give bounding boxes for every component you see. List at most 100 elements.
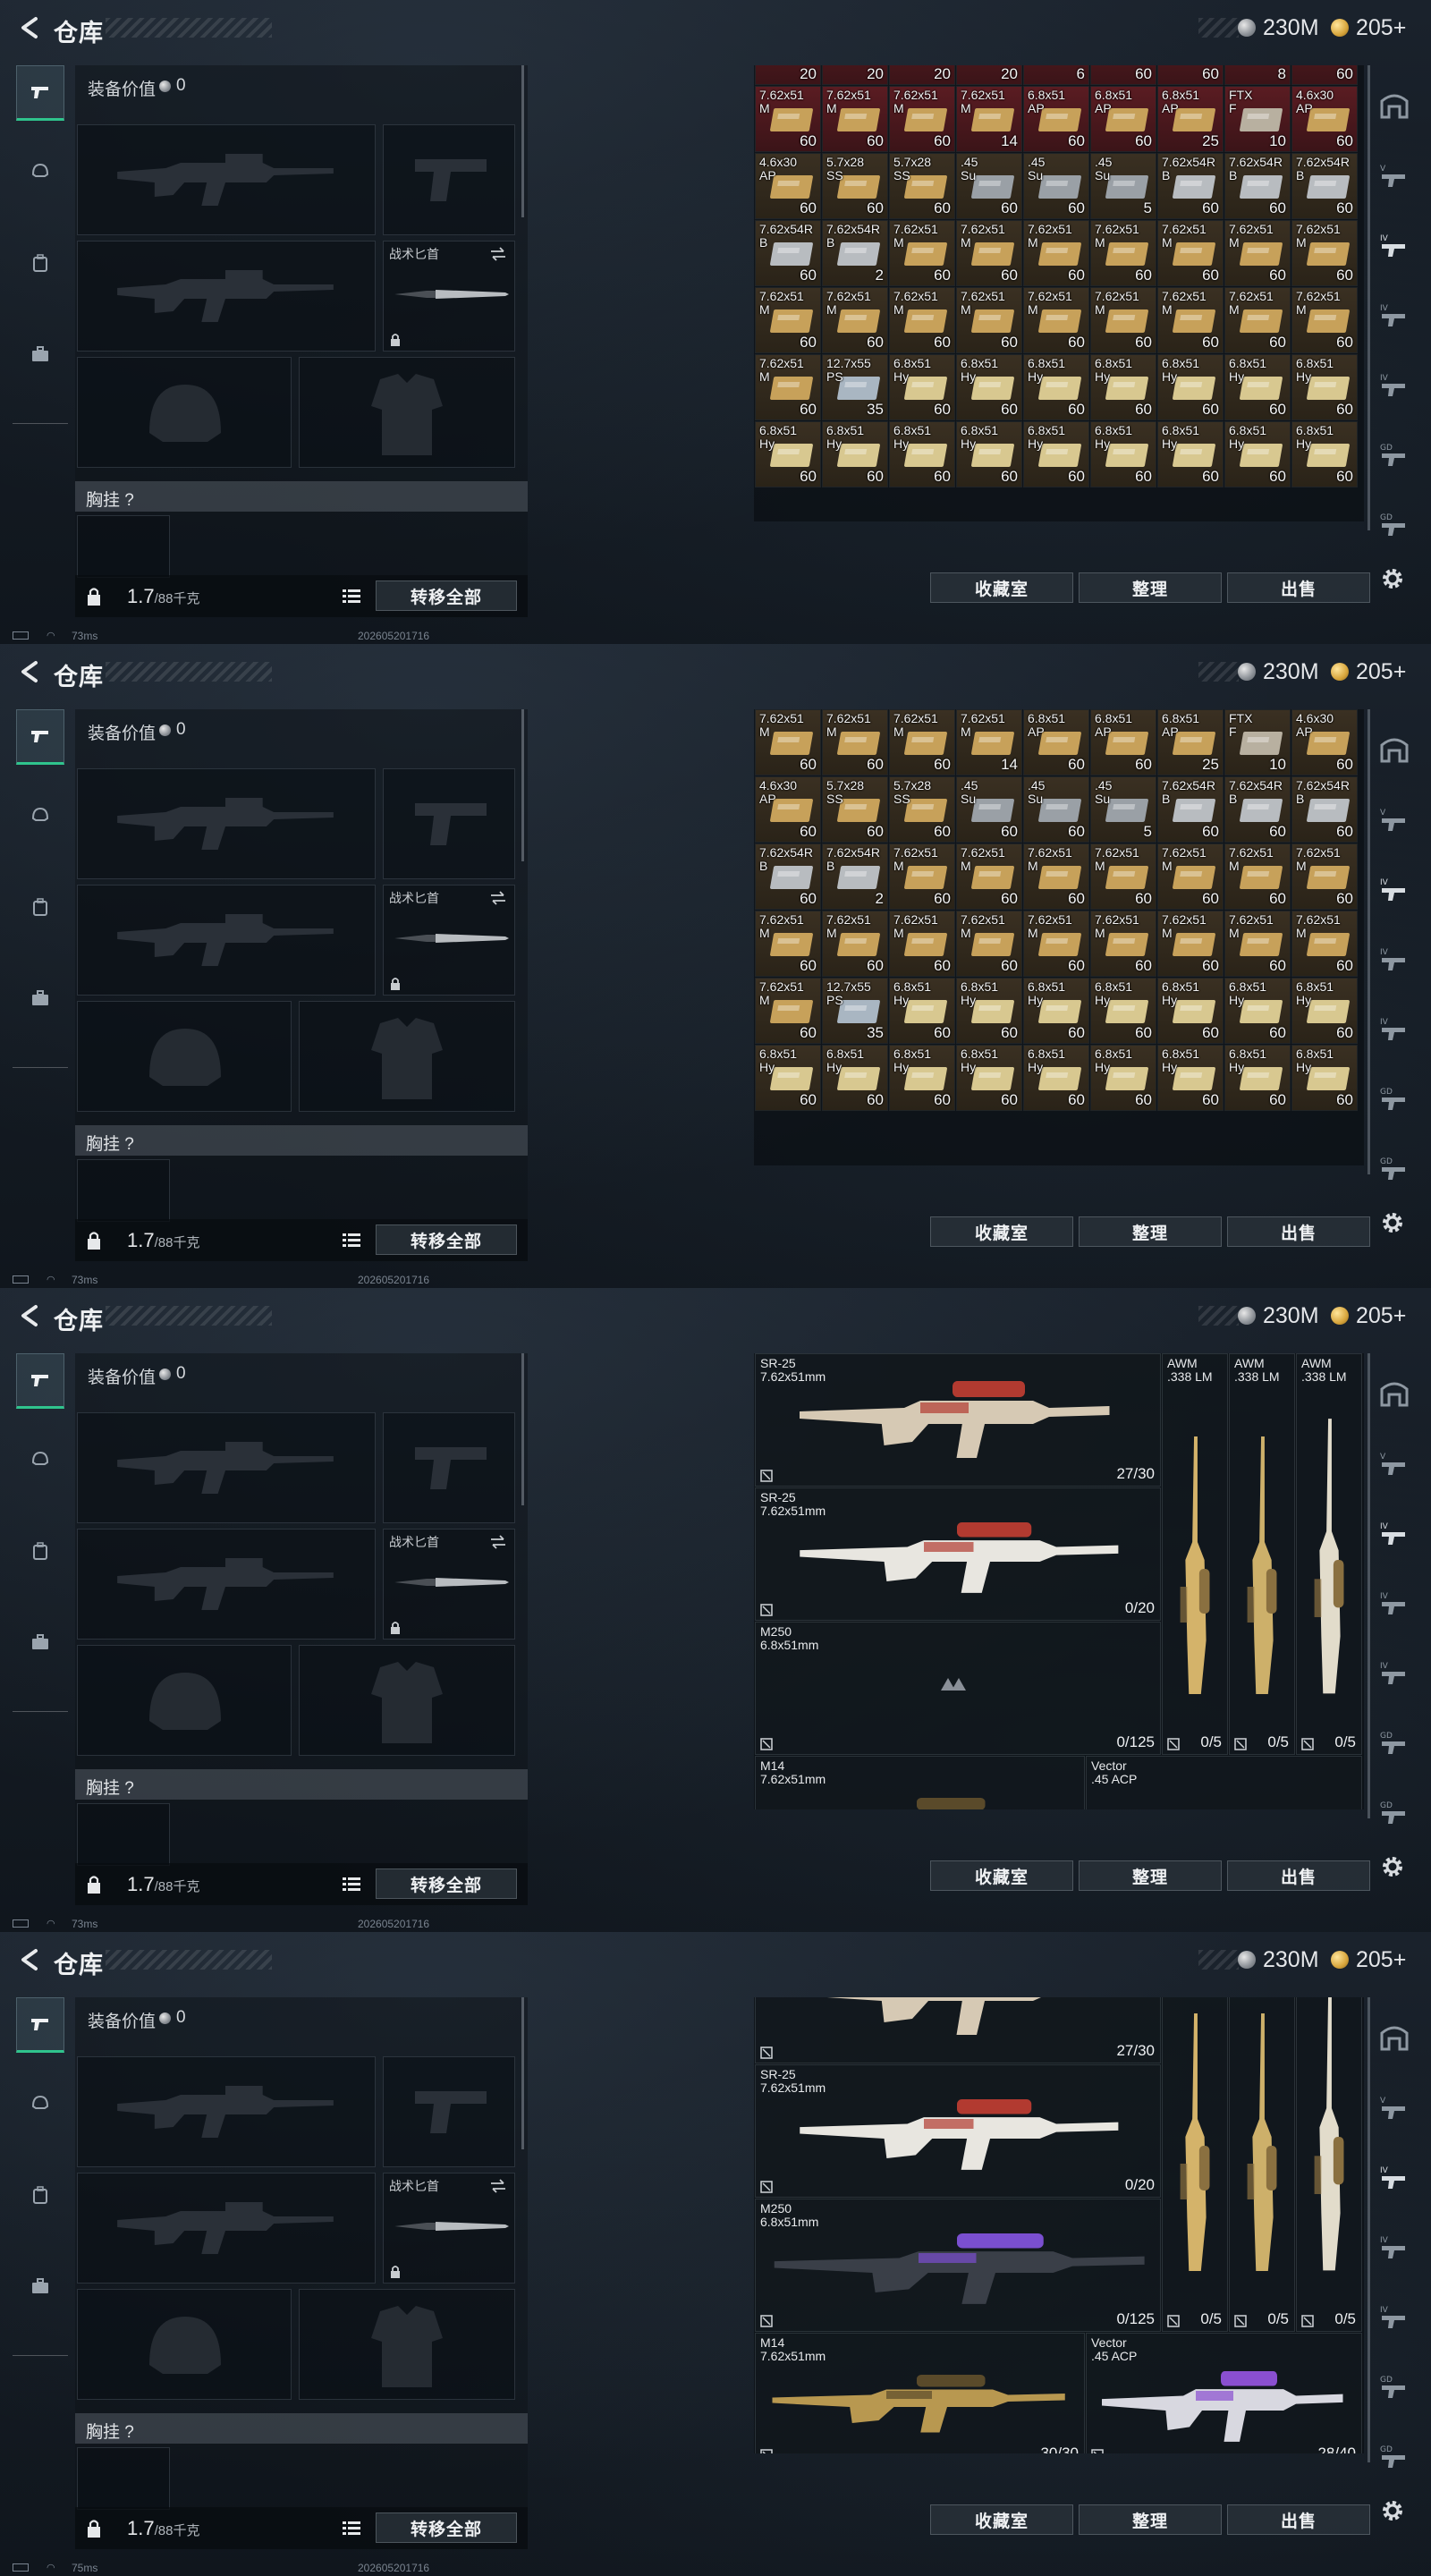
weapon-item-awm1[interactable]: 0/5: [1162, 1997, 1228, 2332]
filter-tier-1[interactable]: V: [1377, 803, 1411, 837]
ammo-item[interactable]: 6.8x51 Hy 60: [1157, 354, 1224, 420]
list-icon[interactable]: [342, 1232, 361, 1250]
ammo-item[interactable]: 6.8x51 Hy 60: [1090, 421, 1156, 487]
helmet-slot[interactable]: [77, 2289, 292, 2400]
weapon-item-m250[interactable]: M250 6.8x51mm 0/125: [755, 2199, 1161, 2332]
primary-weapon-slot[interactable]: [77, 2056, 376, 2167]
filter-tier-6[interactable]: GD: [1377, 2440, 1411, 2474]
pistol-slot[interactable]: [383, 2056, 515, 2167]
transfer-all-button[interactable]: 转移全部: [376, 2512, 517, 2543]
filter-all[interactable]: [1377, 733, 1411, 767]
sell-button[interactable]: 出售: [1227, 1216, 1370, 1247]
gold-currency[interactable]: 205+: [1331, 1301, 1406, 1331]
ammo-item[interactable]: 6.8x51 Hy 60: [1224, 421, 1291, 487]
pistol-slot[interactable]: [383, 768, 515, 879]
ammo-item[interactable]: 6.8x51 Hy 60: [1224, 1045, 1291, 1111]
filter-tier-4[interactable]: IV: [1377, 369, 1411, 402]
ammo-item[interactable]: 7.62x51 M 60: [956, 220, 1022, 286]
knife-slot[interactable]: 战术匕首: [383, 2173, 515, 2284]
knife-slot[interactable]: 战术匕首: [383, 241, 515, 352]
secondary-weapon-slot[interactable]: [77, 885, 376, 996]
ammo-item[interactable]: 5.7x28 SS 60: [822, 776, 888, 843]
ammo-item[interactable]: 7.62x51 M 60: [1157, 911, 1224, 977]
ammo-item[interactable]: 20: [956, 65, 1022, 85]
ammo-item[interactable]: 60: [1157, 65, 1224, 85]
ammo-item[interactable]: 7.62x51 M 60: [1090, 287, 1156, 353]
ammo-item[interactable]: 20: [755, 65, 821, 85]
settings-gear-icon[interactable]: [1379, 1209, 1406, 1236]
ammo-item[interactable]: .45 Su 5: [1090, 776, 1156, 843]
weapon-item-m250[interactable]: M250 6.8x51mm 0/125: [755, 1622, 1161, 1755]
weapon-item-awm1[interactable]: AWM .338 LM 0/5: [1162, 1353, 1228, 1755]
filter-tier-4[interactable]: IV: [1377, 2301, 1411, 2334]
knife-slot[interactable]: 战术匕首: [383, 1529, 515, 1640]
armor-slot[interactable]: [299, 2289, 515, 2400]
ammo-item[interactable]: 6.8x51 Hy 60: [755, 1045, 821, 1111]
ammo-item[interactable]: 7.62x51 M 60: [956, 287, 1022, 353]
filter-tier-2[interactable]: IV: [1377, 229, 1411, 263]
ammo-item[interactable]: 6.8x51 Hy 60: [1291, 354, 1358, 420]
filter-tier-1[interactable]: V: [1377, 2091, 1411, 2125]
settings-gear-icon[interactable]: [1379, 565, 1406, 592]
ammo-item[interactable]: 7.62x51 M 60: [1023, 220, 1089, 286]
filter-tier-3[interactable]: IV: [1377, 2231, 1411, 2265]
back-button[interactable]: [14, 13, 41, 43]
filter-tier-2[interactable]: IV: [1377, 873, 1411, 907]
transfer-all-button[interactable]: 转移全部: [376, 580, 517, 611]
ammo-item[interactable]: 6.8x51 Hy 60: [1090, 354, 1156, 420]
ammo-item[interactable]: 6.8x51 AP 25: [1157, 86, 1224, 152]
nav-gear[interactable]: [16, 235, 64, 291]
ammo-item[interactable]: 60: [1090, 65, 1156, 85]
equipment-scrollbar[interactable]: [521, 709, 524, 861]
weapon-item-m14[interactable]: M14 7.62x51mm 30/30: [755, 2333, 1085, 2453]
chest-rig-slot[interactable]: [77, 2447, 170, 2510]
ammo-item[interactable]: 12.7x55 PS 35: [822, 354, 888, 420]
filter-tier-6[interactable]: GD: [1377, 1152, 1411, 1186]
ammo-item[interactable]: 7.62x51 M 60: [755, 978, 821, 1044]
weapon-item-awm3[interactable]: AWM .338 LM 0/5: [1296, 1353, 1362, 1755]
chest-rig-header[interactable]: 胸挂 ?: [75, 481, 528, 512]
nav-armor[interactable]: [16, 788, 64, 843]
ammo-item[interactable]: .45 Su 5: [1090, 153, 1156, 219]
ammo-item[interactable]: 7.62x54R B 60: [1157, 153, 1224, 219]
chest-rig-slot[interactable]: [77, 515, 170, 578]
nav-weapons[interactable]: [16, 709, 64, 765]
secondary-weapon-slot[interactable]: [77, 1529, 376, 1640]
ammo-item[interactable]: 6.8x51 Hy 60: [1157, 421, 1224, 487]
ammo-item[interactable]: 6.8x51 Hy 60: [889, 421, 955, 487]
chest-rig-slot[interactable]: [77, 1159, 170, 1222]
stash-scrollbar[interactable]: [1367, 709, 1370, 1174]
ammo-item[interactable]: 7.62x51 M 60: [1090, 911, 1156, 977]
ammo-item[interactable]: 7.62x51 M 60: [1090, 220, 1156, 286]
filter-tier-3[interactable]: IV: [1377, 943, 1411, 977]
ammo-item[interactable]: 7.62x51 M 60: [1157, 287, 1224, 353]
ammo-item[interactable]: 7.62x51 M 60: [956, 843, 1022, 910]
ammo-item[interactable]: 6.8x51 Hy 60: [1157, 978, 1224, 1044]
equipment-scrollbar[interactable]: [521, 1997, 524, 2149]
settings-gear-icon[interactable]: [1379, 1853, 1406, 1880]
swap-icon[interactable]: [489, 1535, 507, 1549]
ammo-item[interactable]: 6: [1023, 65, 1089, 85]
ammo-item[interactable]: 6.8x51 Hy 60: [1291, 421, 1358, 487]
ammo-item[interactable]: 6.8x51 AP 60: [1023, 709, 1089, 775]
ammo-item[interactable]: 7.62x51 M 60: [1291, 911, 1358, 977]
list-icon[interactable]: [342, 2520, 361, 2538]
equipment-scrollbar[interactable]: [521, 65, 524, 217]
ammo-item[interactable]: 6.8x51 Hy 60: [1157, 1045, 1224, 1111]
ammo-item[interactable]: 6.8x51 Hy 60: [822, 421, 888, 487]
ammo-item[interactable]: 20: [822, 65, 888, 85]
ammo-item[interactable]: .45 Su 60: [956, 776, 1022, 843]
swap-icon[interactable]: [489, 891, 507, 905]
ammo-item[interactable]: .45 Su 60: [1023, 153, 1089, 219]
filter-tier-4[interactable]: IV: [1377, 1013, 1411, 1046]
back-button[interactable]: [14, 1945, 41, 1975]
ammo-item[interactable]: 7.62x51 M 60: [1090, 843, 1156, 910]
ammo-item[interactable]: 6.8x51 Hy 60: [1224, 354, 1291, 420]
sort-button[interactable]: 整理: [1079, 2504, 1222, 2535]
back-button[interactable]: [14, 1301, 41, 1331]
nav-cases[interactable]: [16, 2258, 64, 2314]
weapon-item-awm2[interactable]: AWM .338 LM 0/5: [1229, 1353, 1295, 1755]
collection-button[interactable]: 收藏室: [930, 2504, 1073, 2535]
weapon-item-vector[interactable]: Vector .45 ACP: [1086, 1756, 1362, 1809]
ammo-item[interactable]: 7.62x54R B 60: [755, 843, 821, 910]
